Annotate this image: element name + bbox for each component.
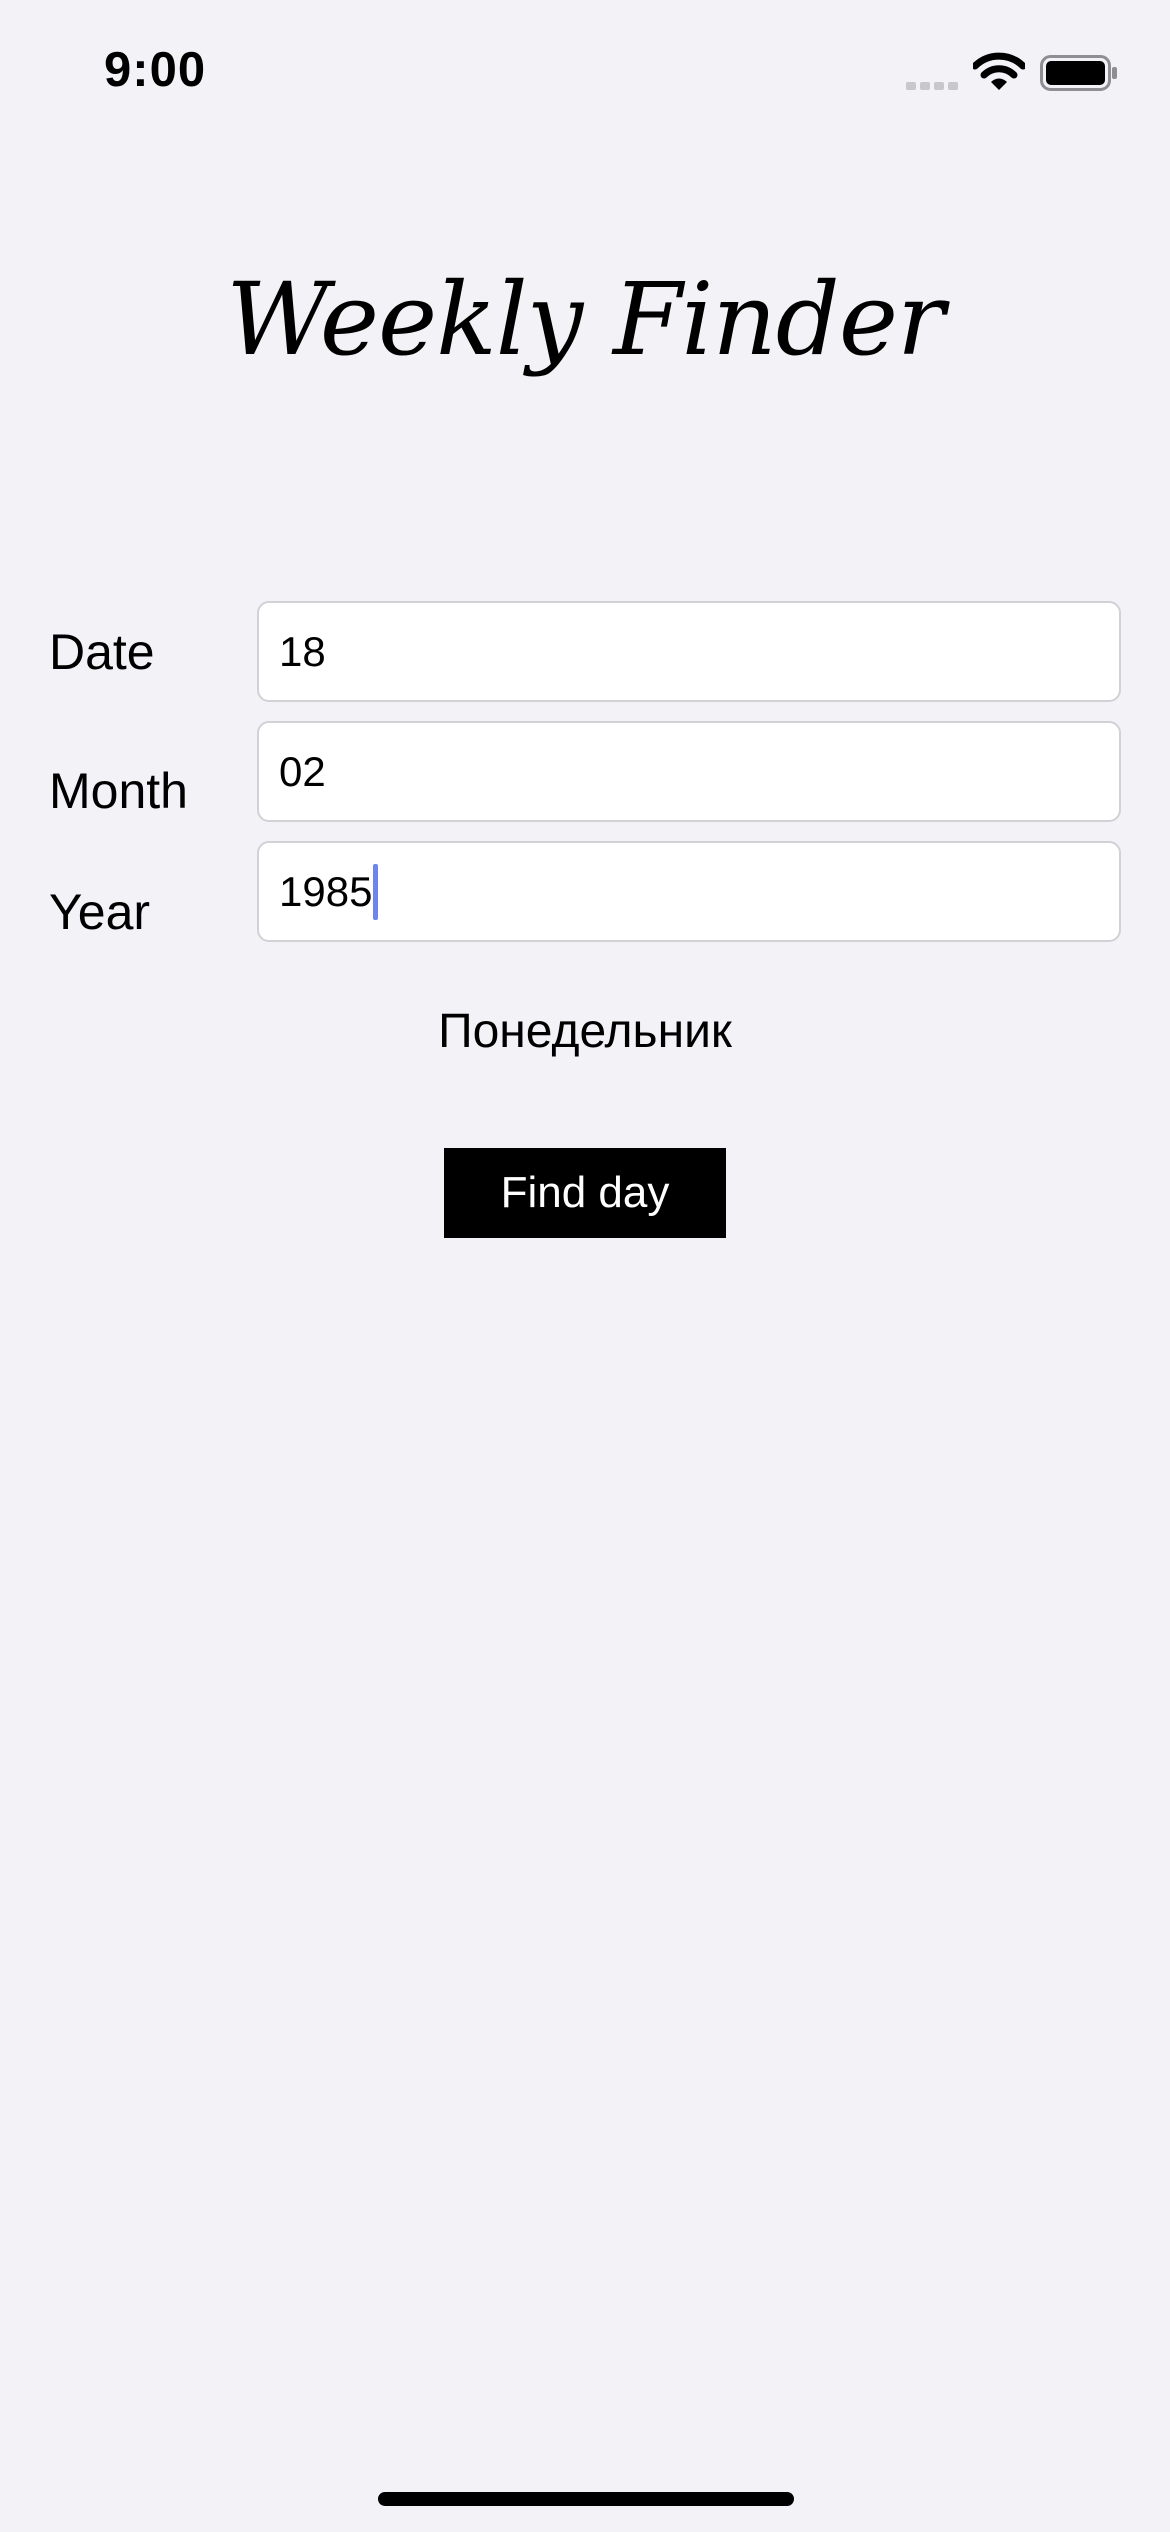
weekday-result: Понедельник bbox=[438, 1005, 732, 1058]
date-value: 18 bbox=[279, 627, 326, 675]
wifi-icon bbox=[973, 52, 1025, 90]
status-time: 9:00 bbox=[104, 43, 207, 97]
month-label: Month bbox=[49, 763, 188, 819]
month-input[interactable]: 02 bbox=[257, 721, 1121, 822]
year-value: 1985 bbox=[279, 867, 373, 915]
year-label: Year bbox=[49, 884, 151, 940]
month-value: 02 bbox=[279, 747, 326, 795]
signal-icon bbox=[906, 82, 958, 90]
text-cursor bbox=[373, 863, 379, 920]
find-day-button[interactable]: Find day bbox=[444, 1148, 726, 1238]
app-title: Weekly Finder bbox=[226, 261, 945, 378]
home-indicator[interactable] bbox=[378, 2492, 794, 2506]
date-label: Date bbox=[49, 624, 155, 680]
date-input[interactable]: 18 bbox=[257, 601, 1121, 702]
year-input[interactable]: 1985 bbox=[257, 841, 1121, 942]
battery-icon bbox=[1040, 55, 1117, 91]
status-bar: 9:00 bbox=[0, 0, 1170, 140]
